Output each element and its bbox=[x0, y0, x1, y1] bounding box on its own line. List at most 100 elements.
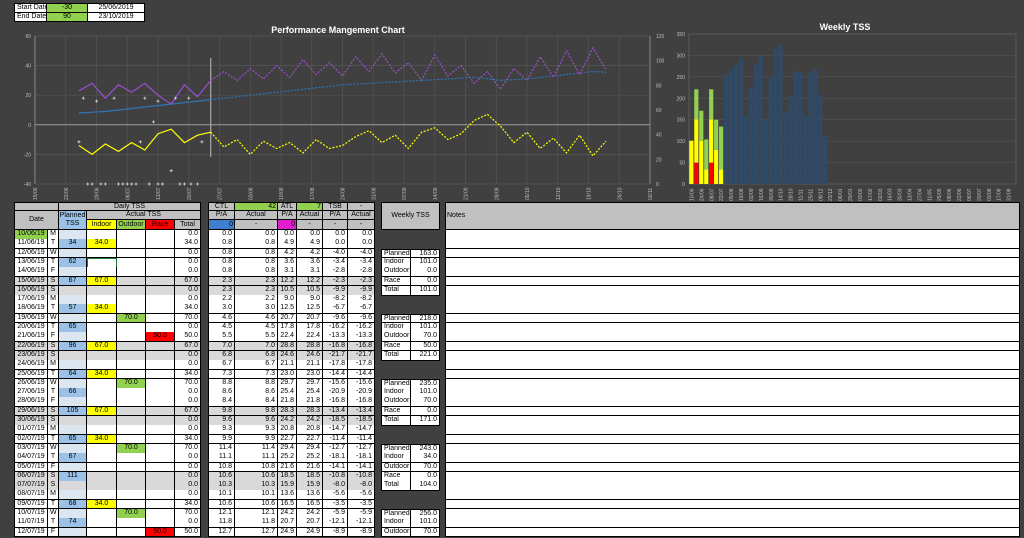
weekly-bar-indoor[interactable] bbox=[699, 141, 703, 184]
tsb-pa-cell[interactable]: -2.8 bbox=[323, 267, 348, 277]
atl-pa-cell[interactable]: 28.3 bbox=[278, 407, 297, 417]
total-cell[interactable]: 0.0 bbox=[175, 267, 201, 277]
race-cell[interactable] bbox=[146, 407, 175, 417]
ctl-actual-cell[interactable]: 0.8 bbox=[235, 267, 278, 277]
tsb-actual-cell[interactable]: -13.4 bbox=[348, 407, 375, 417]
ctl-pa-input[interactable]: 0 bbox=[208, 220, 235, 230]
race-cell[interactable] bbox=[146, 267, 175, 277]
weekly-bar-planned[interactable] bbox=[749, 88, 753, 184]
date-cell[interactable]: 24/06/19 bbox=[14, 360, 48, 370]
atl-actual-cell[interactable]: 28.3 bbox=[297, 407, 323, 417]
ctl-actual-cell[interactable]: 12.7 bbox=[235, 528, 278, 538]
weekly-bar-outdoor[interactable] bbox=[709, 89, 713, 119]
weekday-cell[interactable]: T bbox=[48, 453, 59, 463]
tsb-actual-cell[interactable]: -2.8 bbox=[348, 267, 375, 277]
weekday-cell[interactable]: S bbox=[48, 407, 59, 417]
atl-actual-cell[interactable]: 24.9 bbox=[297, 528, 323, 538]
race-cell[interactable]: 50.0 bbox=[146, 528, 175, 538]
outdoor-cell[interactable] bbox=[117, 407, 146, 417]
weekly-bar-planned[interactable] bbox=[813, 69, 817, 184]
notes-cell[interactable] bbox=[445, 528, 1020, 538]
ctl-pa-cell[interactable]: 6.7 bbox=[208, 360, 235, 370]
weekly-bar-planned[interactable] bbox=[788, 96, 792, 184]
ctl-pa-cell[interactable]: 9.8 bbox=[208, 407, 235, 417]
notes-cell[interactable] bbox=[445, 267, 1020, 277]
weekly-bar-planned[interactable] bbox=[778, 45, 782, 184]
date-cell[interactable]: 19/06/19 bbox=[14, 314, 48, 324]
ctl-pa-cell[interactable]: 4.6 bbox=[208, 314, 235, 324]
weekday-cell[interactable]: F bbox=[48, 528, 59, 538]
notes-cell[interactable] bbox=[445, 407, 1020, 417]
indoor-cell[interactable] bbox=[87, 528, 117, 538]
ctl-pa-cell[interactable]: 10.6 bbox=[208, 500, 235, 510]
notes-cell[interactable] bbox=[445, 360, 1020, 370]
ctl-actual-cell[interactable]: 10.6 bbox=[235, 500, 278, 510]
weekday-cell[interactable]: W bbox=[48, 314, 59, 324]
race-cell[interactable] bbox=[146, 360, 175, 370]
weekly-bar-planned[interactable] bbox=[783, 112, 787, 184]
weekly-bar-planned[interactable] bbox=[769, 78, 773, 184]
notes-cell[interactable] bbox=[445, 314, 1020, 324]
tsb-actual-cell[interactable]: -9.6 bbox=[348, 314, 375, 324]
tsb-pa-cell[interactable]: -8.9 bbox=[323, 528, 348, 538]
planned-tss-cell[interactable] bbox=[59, 528, 87, 538]
tsb-pa-cell[interactable]: -3.5 bbox=[323, 500, 348, 510]
weekly-bar-planned[interactable] bbox=[823, 136, 827, 184]
weekday-cell[interactable]: M bbox=[48, 360, 59, 370]
indoor-cell[interactable] bbox=[87, 453, 117, 463]
weekly-bar-race[interactable] bbox=[709, 163, 713, 184]
planned-tss-cell[interactable] bbox=[59, 360, 87, 370]
indoor-cell[interactable] bbox=[87, 314, 117, 324]
outdoor-cell[interactable] bbox=[117, 528, 146, 538]
atl-pa-cell[interactable]: 20.7 bbox=[278, 314, 297, 324]
ctl-actual-cell[interactable]: 11.1 bbox=[235, 453, 278, 463]
race-cell[interactable] bbox=[146, 314, 175, 324]
date-cell[interactable]: 29/06/19 bbox=[14, 407, 48, 417]
ctl-pa-cell[interactable]: 0.8 bbox=[208, 267, 235, 277]
tsb-pa-cell[interactable]: -9.6 bbox=[323, 314, 348, 324]
atl-pa-cell[interactable]: 24.9 bbox=[278, 528, 297, 538]
ctl-actual-cell[interactable]: 6.7 bbox=[235, 360, 278, 370]
weekly-bar-outdoor[interactable] bbox=[704, 139, 708, 169]
weekly-tss-chart[interactable]: Weekly TSS 35030025020015010050010/0624/… bbox=[677, 22, 1016, 201]
weekly-bar-planned[interactable] bbox=[818, 95, 822, 184]
date-cell[interactable]: 12/07/19 bbox=[14, 528, 48, 538]
weekly-bar-planned[interactable] bbox=[793, 71, 797, 184]
weekly-bar-planned[interactable] bbox=[724, 75, 728, 184]
atl-value[interactable]: 7 bbox=[297, 202, 323, 211]
weekly-bar-outdoor[interactable] bbox=[699, 111, 703, 141]
race-cell[interactable] bbox=[146, 500, 175, 510]
atl-actual-cell[interactable]: 21.1 bbox=[297, 360, 323, 370]
weekday-cell[interactable]: T bbox=[48, 500, 59, 510]
tsb-pa-cell[interactable]: -18.1 bbox=[323, 453, 348, 463]
outdoor-cell[interactable] bbox=[117, 500, 146, 510]
ctl-actual-cell[interactable]: 4.6 bbox=[235, 314, 278, 324]
ctl-pa-cell[interactable]: 12.7 bbox=[208, 528, 235, 538]
planned-tss-cell[interactable] bbox=[59, 314, 87, 324]
atl-actual-cell[interactable]: 3.1 bbox=[297, 267, 323, 277]
indoor-cell[interactable] bbox=[87, 360, 117, 370]
planned-tss-cell[interactable]: 68 bbox=[59, 500, 87, 510]
planned-tss-cell[interactable] bbox=[59, 267, 87, 277]
atl-pa-cell[interactable]: 16.5 bbox=[278, 500, 297, 510]
weekly-bar-planned[interactable] bbox=[774, 49, 778, 184]
indoor-cell[interactable] bbox=[87, 267, 117, 277]
tsb-actual-cell[interactable]: -3.5 bbox=[348, 500, 375, 510]
total-cell[interactable]: 67.0 bbox=[175, 407, 201, 417]
weekly-bar-planned[interactable] bbox=[734, 64, 738, 184]
total-cell[interactable]: 0.0 bbox=[175, 360, 201, 370]
indoor-cell[interactable]: 67.0 bbox=[87, 407, 117, 417]
weekly-bar-indoor[interactable] bbox=[694, 119, 698, 162]
weekly-bar-indoor[interactable] bbox=[689, 141, 693, 184]
weekly-bar-planned[interactable] bbox=[764, 120, 768, 184]
weekly-bar-planned[interactable] bbox=[739, 58, 743, 184]
ctl-value[interactable]: 42 bbox=[235, 202, 278, 211]
atl-actual-cell[interactable]: 25.2 bbox=[297, 453, 323, 463]
total-cell[interactable]: 70.0 bbox=[175, 314, 201, 324]
tsb-value[interactable]: - bbox=[348, 202, 375, 211]
date-cell[interactable]: 14/06/19 bbox=[14, 267, 48, 277]
total-cell[interactable]: 50.0 bbox=[175, 528, 201, 538]
weekly-bar-planned[interactable] bbox=[729, 70, 733, 184]
indoor-cell[interactable]: 34.0 bbox=[87, 500, 117, 510]
weekday-cell[interactable]: F bbox=[48, 267, 59, 277]
